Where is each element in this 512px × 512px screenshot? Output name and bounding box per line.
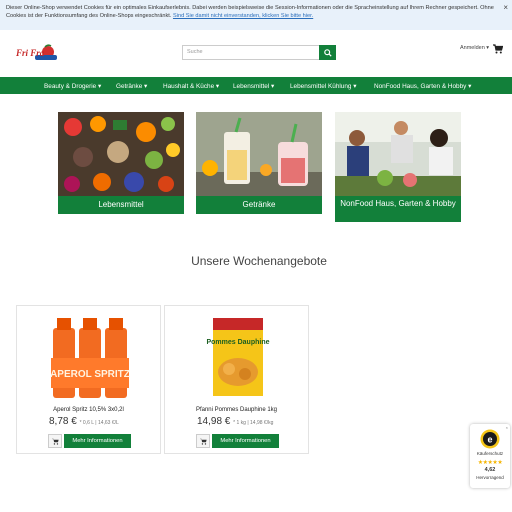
product-image[interactable]: APEROL SPRITZ — [47, 314, 133, 400]
category-tile-lebensmittel[interactable]: Lebensmittel — [58, 112, 184, 214]
trust-close-button[interactable]: × — [506, 425, 508, 430]
add-to-cart-button[interactable] — [48, 434, 62, 448]
product-image[interactable]: Pommes Dauphine — [195, 314, 281, 400]
product-label: APEROL SPRITZ — [50, 369, 130, 380]
search-icon — [323, 48, 332, 57]
search-input[interactable]: Suche — [182, 45, 320, 60]
more-info-button[interactable]: Mehr Informationen — [64, 434, 131, 448]
price-unit: * 0,6 L | 14,63 €/L — [79, 420, 119, 426]
trust-badge[interactable]: × e Käuferschutz ★★★★★ 4,62 Hervorragend — [470, 424, 510, 488]
product-price: 14,98 € * 1 kg | 14,98 €/kg — [197, 416, 273, 427]
product-name[interactable]: Pfanni Pommes Dauphine 1kg — [165, 407, 308, 413]
logo[interactable]: Fri Fra — [15, 44, 57, 64]
cookie-close-button[interactable]: × — [503, 4, 508, 12]
trust-rating: Hervorragend — [476, 475, 504, 480]
price-value: 14,98 € — [197, 416, 231, 427]
cart-icon[interactable] — [493, 44, 503, 54]
product-card: APEROL SPRITZ Aperol Spritz 10,5% 3x0,2l… — [16, 305, 161, 454]
nav-item-haushalt[interactable]: Haushalt & Küche ▾ — [163, 82, 219, 90]
product-price: 8,78 € * 0,6 L | 14,63 €/L — [49, 416, 119, 427]
price-unit: * 1 kg | 14,98 €/kg — [233, 420, 274, 426]
search-placeholder: Suche — [187, 49, 203, 55]
nav-item-lebensmittel-kuehlung[interactable]: Lebensmittel Kühlung ▾ — [290, 82, 356, 90]
category-image-lebensmittel — [58, 112, 184, 196]
trust-seal-icon: e — [480, 429, 500, 449]
price-value: 8,78 € — [49, 416, 77, 427]
cookie-decline-link[interactable]: Sind Sie damit nicht einverstanden, klic… — [173, 13, 313, 19]
nav-item-lebensmittel[interactable]: Lebensmittel ▾ — [233, 82, 274, 90]
category-tile-getraenke[interactable]: Getränke — [196, 112, 322, 214]
trust-score: 4,62 — [484, 467, 496, 473]
cookie-banner: Dieser Online-Shop verwendet Cookies für… — [0, 0, 512, 30]
product-card: Pommes Dauphine Pfanni Pommes Dauphine 1… — [164, 305, 309, 454]
svg-text:e: e — [487, 435, 492, 445]
section-title: Unsere Wochenangebote — [191, 254, 327, 268]
search-button[interactable] — [319, 45, 336, 60]
category-label: NonFood Haus, Garten & Hobby — [335, 196, 461, 222]
category-image-getraenke — [196, 112, 322, 196]
add-to-cart-button[interactable] — [196, 434, 210, 448]
main-nav: Beauty & Drogerie ▾ Getränke ▾ Haushalt … — [0, 77, 512, 94]
nav-item-getraenke[interactable]: Getränke ▾ — [116, 82, 147, 90]
nav-item-beauty[interactable]: Beauty & Drogerie ▾ — [44, 82, 101, 90]
login-dropdown[interactable]: Anmelden ▾ — [460, 45, 489, 51]
cart-icon — [51, 438, 59, 445]
more-info-button[interactable]: Mehr Informationen — [212, 434, 279, 448]
category-image-nonfood — [335, 112, 461, 196]
cart-icon — [199, 438, 207, 445]
product-name[interactable]: Aperol Spritz 10,5% 3x0,2l — [17, 407, 160, 413]
category-tile-nonfood[interactable]: NonFood Haus, Garten & Hobby — [335, 112, 461, 222]
category-label: Getränke — [196, 196, 322, 214]
trust-stars: ★★★★★ — [477, 460, 503, 466]
nav-item-nonfood[interactable]: NonFood Haus, Garten & Hobby ▾ — [374, 82, 471, 90]
category-label: Lebensmittel — [58, 196, 184, 214]
trust-title: Käuferschutz — [476, 451, 504, 456]
product-label: Pommes Dauphine — [206, 339, 269, 346]
logo-text: Fri Fra — [15, 48, 45, 58]
